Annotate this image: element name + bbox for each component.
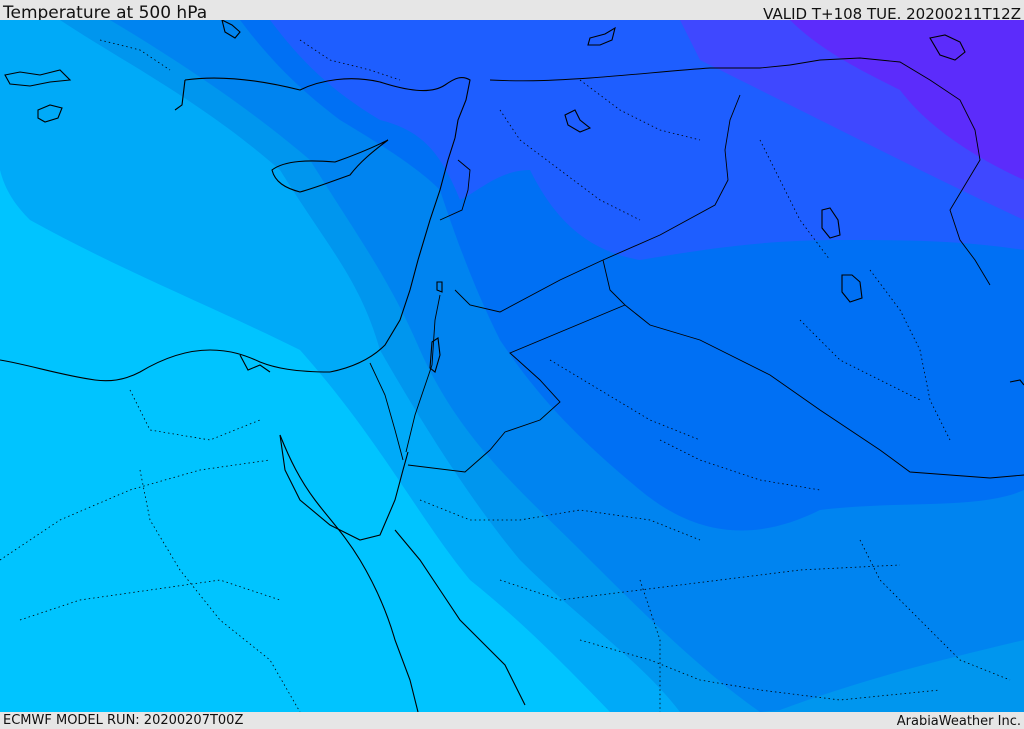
temperature-map[interactable] <box>0 20 1024 712</box>
model-run: ECMWF MODEL RUN: 20200207T00Z <box>3 713 244 728</box>
credit-label: ArabiaWeather Inc. <box>896 714 1021 729</box>
